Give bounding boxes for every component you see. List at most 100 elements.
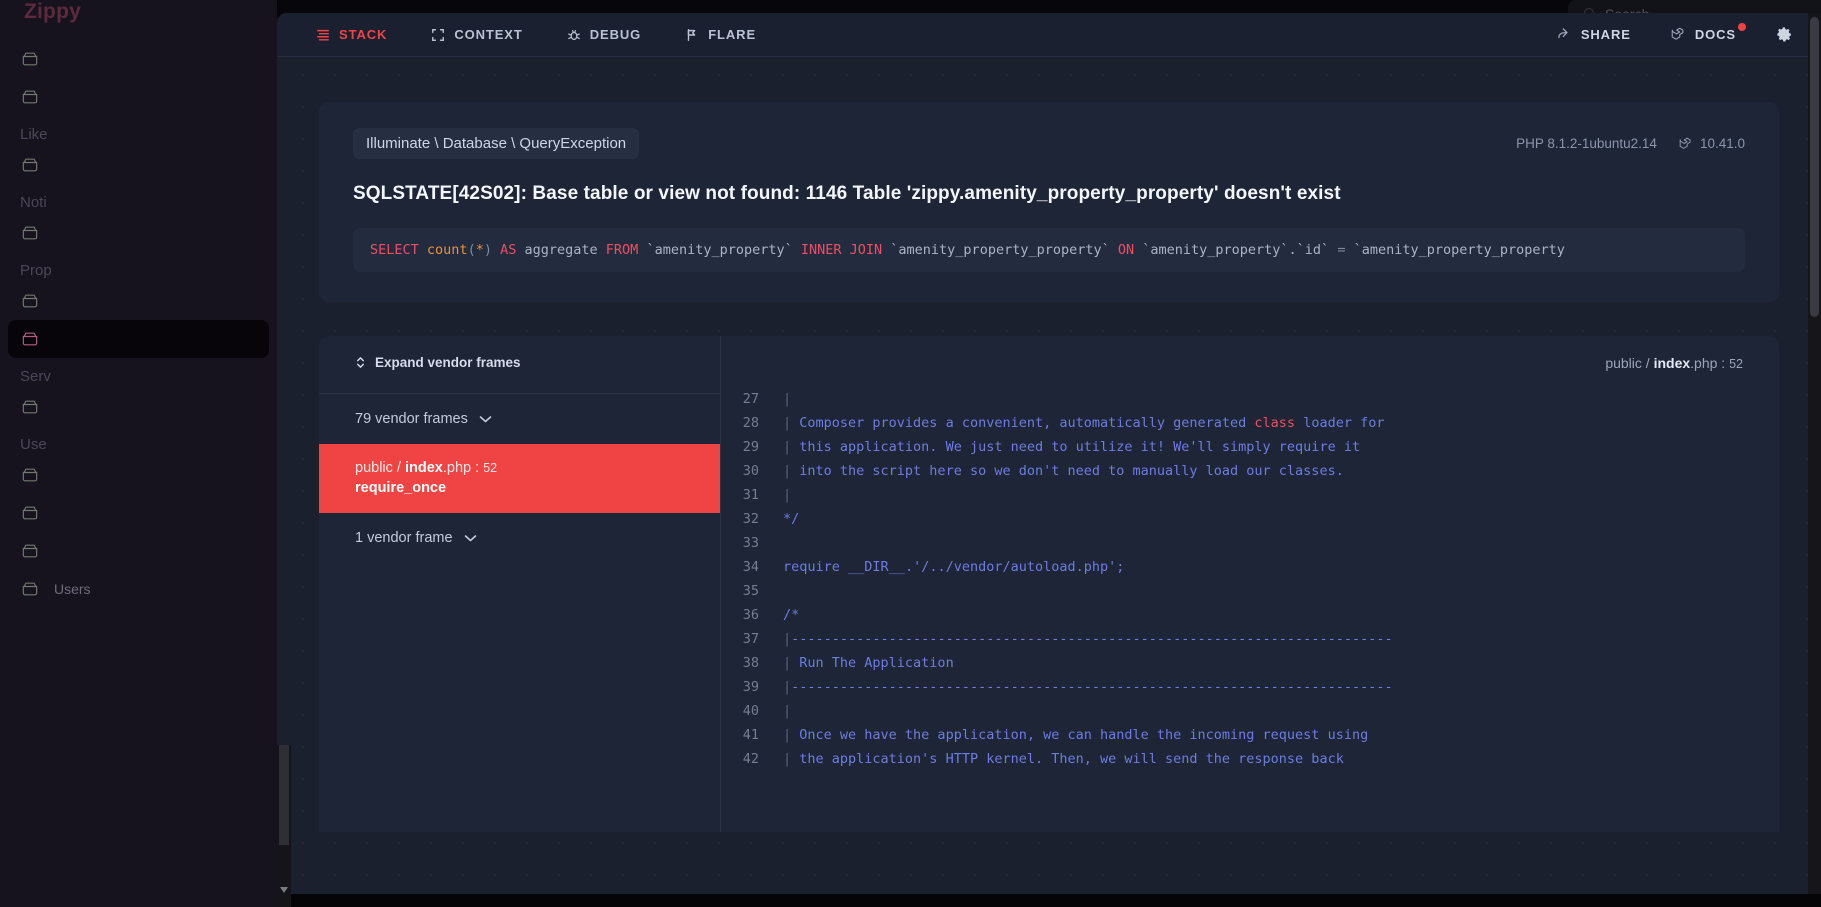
sidebar-item-3-1[interactable] — [8, 320, 269, 358]
sql-token: AS — [500, 242, 517, 258]
code-token: | — [783, 703, 792, 719]
box-icon — [22, 90, 38, 104]
box-icon — [22, 468, 38, 482]
page-scrollbar-thumb[interactable] — [279, 745, 289, 845]
sidebar-item-2-0[interactable] — [8, 214, 269, 252]
docs-button[interactable]: DOCS — [1671, 23, 1746, 42]
code-line-source: require __DIR__.'/../vendor/autoload.php… — [783, 559, 1124, 575]
code-token: | — [783, 415, 800, 431]
share-label: SHARE — [1580, 27, 1631, 42]
code-line: 40 | — [721, 703, 1779, 727]
sidebar-item-1-0[interactable] — [8, 146, 269, 184]
code-line-number: 41 — [742, 727, 759, 743]
box-icon — [22, 158, 38, 172]
ignition-navbar: STACK CONTEXT DEBUG FLARE SHARE DOCS — [277, 13, 1821, 57]
code-token: __DIR__ — [839, 559, 905, 575]
frames-container: 79 vendor frames public / index.php : 52 r… — [319, 394, 720, 563]
code-file-line: 52 — [1729, 357, 1743, 371]
code-line-source: | Composer provides a convenient, automa… — [783, 415, 1384, 431]
frame-ext: .php — [442, 460, 472, 476]
chevron-down-icon — [479, 416, 492, 423]
code-line-source: | the application's HTTP kernel. Then, w… — [783, 751, 1344, 767]
sidebar-item-users[interactable]: Users — [8, 570, 269, 608]
code-line-number: 29 — [742, 439, 759, 455]
docs-notification-dot — [1738, 23, 1746, 31]
code-token: | — [783, 751, 800, 767]
scrollbar-thumb[interactable] — [1810, 17, 1819, 317]
docs-label: DOCS — [1694, 27, 1736, 42]
code-file-sep: / — [1641, 355, 1654, 371]
sidebar-item-4-0[interactable] — [8, 388, 269, 426]
environment-meta: PHP 8.1.2-1ubuntu2.14 10.41.0 — [1516, 136, 1745, 151]
sidebar-item-5-1[interactable] — [8, 494, 269, 532]
ignition-nav-actions: SHARE DOCS — [1557, 23, 1793, 43]
code-line-number: 32 — [742, 511, 759, 527]
app-brand[interactable]: Zippy — [24, 0, 81, 24]
code-line-source: | Once we have the application, we can h… — [783, 727, 1368, 743]
exception-class-badge: Illuminate \ Database \ QueryException — [353, 128, 640, 159]
ignition-error-overlay: STACK CONTEXT DEBUG FLARE SHARE DOCS Ill… — [277, 13, 1821, 894]
code-file-colon: : — [1717, 355, 1730, 371]
expand-vendor-frames-label: Expand vendor frames — [375, 355, 521, 370]
code-line-number: 38 — [742, 655, 759, 671]
code-line-source: | into the script here so we don't need … — [783, 463, 1344, 479]
sidebar-item-5-2[interactable] — [8, 532, 269, 570]
code-line-source: |---------------------------------------… — [783, 631, 1393, 647]
laravel-logo-icon — [1679, 137, 1691, 149]
sql-token: `amenity_property`.`id` — [1134, 242, 1338, 258]
code-token: this application. We just need to utiliz… — [799, 439, 1361, 455]
code-line: 27 | — [721, 391, 1779, 415]
sidebar-group-label: Like — [20, 126, 48, 143]
sidebar-group-label: Serv — [20, 368, 51, 385]
code-line: 33 — [721, 535, 1779, 559]
sidebar-item-0-0[interactable] — [8, 40, 269, 78]
share-button[interactable]: SHARE — [1557, 27, 1631, 42]
sql-token: FROM — [605, 242, 639, 258]
code-line-number: 30 — [742, 463, 759, 479]
vendor-frames-label: 1 vendor frame — [355, 530, 453, 546]
tab-debug[interactable]: DEBUG — [567, 27, 641, 42]
code-line: 29 | this application. We just need to ut… — [721, 439, 1779, 463]
scroll-down-button[interactable] — [277, 883, 291, 897]
code-line-number: 28 — [742, 415, 759, 431]
code-line-number: 35 — [742, 583, 759, 599]
sql-query-box: SELECT count(*) AS aggregate FROM `ameni… — [353, 228, 1745, 272]
sidebar-group-label: Noti — [20, 194, 47, 211]
sql-token: INNER JOIN — [800, 242, 883, 258]
frame-dir: public — [355, 460, 393, 476]
code-token: | — [783, 487, 792, 503]
gear-icon[interactable] — [1776, 26, 1793, 43]
code-token: .'/../vendor/autoload.php'; — [904, 559, 1125, 575]
overlay-scrollbar[interactable] — [1808, 13, 1821, 894]
sidebar-nav: Like Noti Prop Serv Use Users — [0, 40, 277, 608]
tab-stack[interactable]: STACK — [316, 27, 387, 42]
tab-label: CONTEXT — [454, 27, 523, 42]
code-token: require — [783, 559, 840, 575]
code-token: loader for — [1295, 415, 1385, 431]
sidebar-item-0-1[interactable] — [8, 78, 269, 116]
bug-icon — [567, 29, 580, 40]
ignition-body: Illuminate \ Database \ QueryException P… — [277, 57, 1821, 832]
code-file-dir: public — [1605, 355, 1642, 371]
code-line-source: */ — [783, 511, 799, 527]
sidebar-item-5-0[interactable] — [8, 456, 269, 494]
page-scrollbar[interactable] — [277, 745, 291, 907]
code-token: | — [783, 655, 800, 671]
vendor-frames-toggle[interactable]: 79 vendor frames — [319, 394, 720, 444]
code-token: | — [783, 439, 800, 455]
code-line: 34 require __DIR__.'/../vendor/autoload.p… — [721, 559, 1779, 583]
frame-line: 52 — [483, 461, 498, 475]
chevron-updown-icon — [357, 357, 364, 368]
code-line: 30 | into the script here so we don't nee… — [721, 463, 1779, 487]
code-line-number: 39 — [742, 679, 759, 695]
stack-frame-active[interactable]: public / index.php : 52 require_once — [319, 444, 720, 513]
sidebar-item-3-0[interactable] — [8, 282, 269, 320]
tab-context[interactable]: CONTEXT — [431, 27, 522, 42]
vendor-frames-toggle[interactable]: 1 vendor frame — [319, 513, 720, 563]
code-file-ext: .php — [1690, 355, 1718, 371]
expand-vendor-frames-button[interactable]: Expand vendor frames — [355, 355, 521, 370]
sql-token: aggregate — [516, 242, 606, 258]
tab-flare[interactable]: FLARE — [685, 27, 756, 42]
tab-label: STACK — [339, 27, 388, 42]
